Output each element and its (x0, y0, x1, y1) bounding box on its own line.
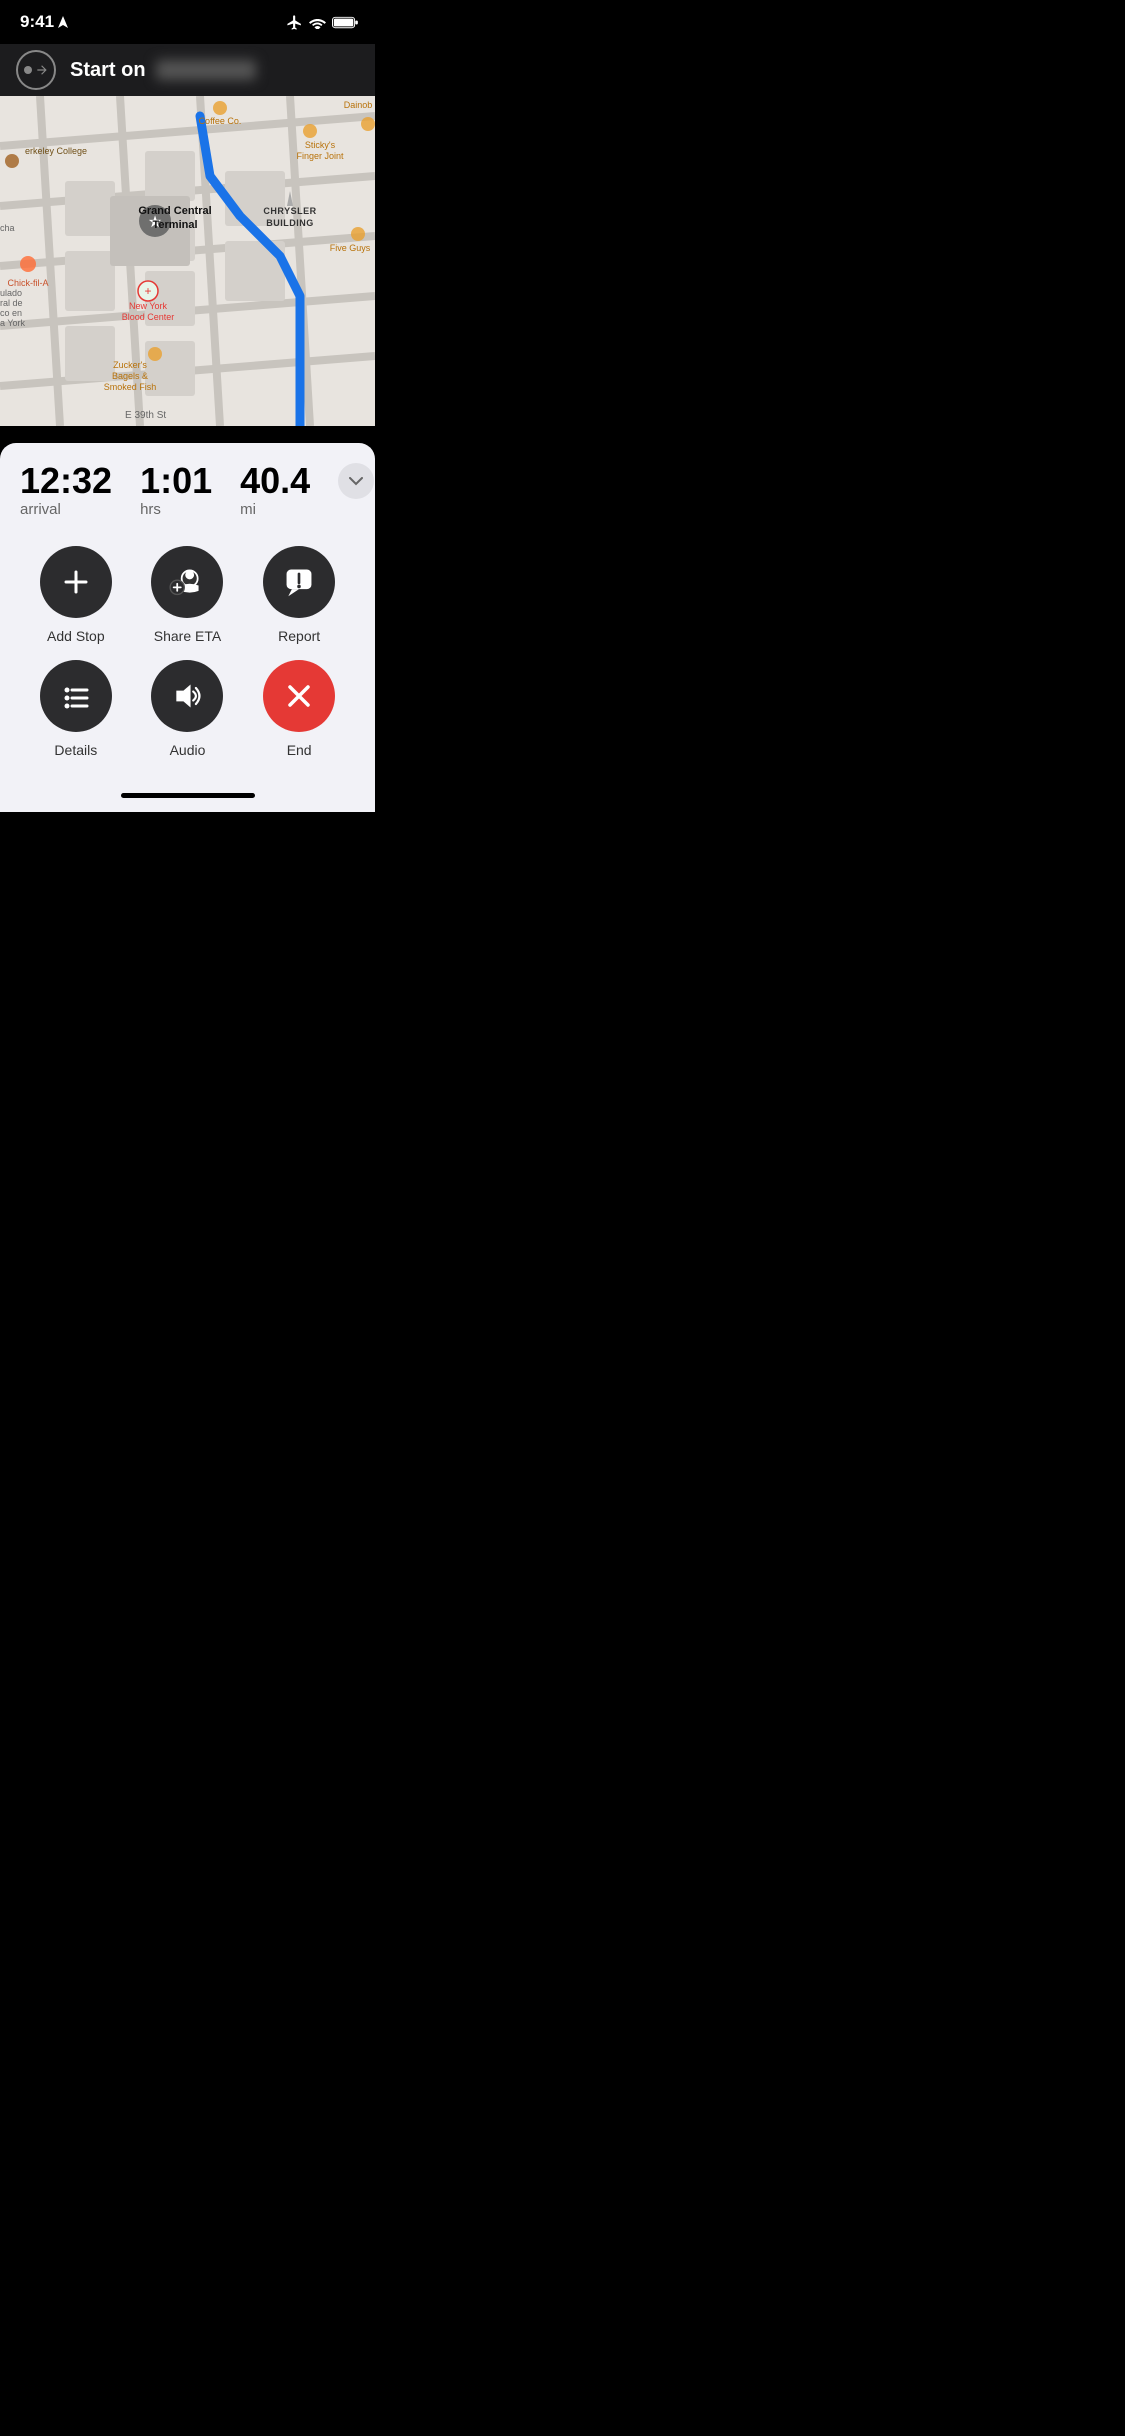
distance-item: 40.4 mi (240, 463, 310, 518)
status-time: 9:41 (20, 12, 68, 32)
route-arrow-icon (35, 63, 49, 77)
svg-text:New York: New York (129, 301, 168, 311)
svg-text:erkeley College: erkeley College (25, 146, 87, 156)
svg-text:Bagels &: Bagels & (112, 371, 148, 381)
end-circle (263, 660, 335, 732)
svg-text:Coffee Co.: Coffee Co. (199, 116, 242, 126)
distance-value: 40.4 (240, 463, 310, 499)
svg-text:Grand Central: Grand Central (138, 205, 211, 217)
battery-icon (332, 16, 359, 29)
svg-text:Five Guys: Five Guys (330, 243, 371, 253)
duration-label: hrs (140, 501, 212, 518)
svg-text:co en: co en (0, 308, 22, 318)
status-icons (286, 14, 359, 31)
report-button[interactable]: Report (243, 546, 355, 644)
report-circle (263, 546, 335, 618)
start-label: Start on (70, 59, 146, 82)
svg-text:E 39th St: E 39th St (125, 410, 166, 421)
svg-text:BUILDING: BUILDING (266, 218, 314, 228)
actions-grid: Add Stop Share ETA (20, 546, 355, 778)
audio-circle (151, 660, 223, 732)
duration-value: 1:01 (140, 463, 212, 499)
svg-text:a York: a York (0, 318, 26, 328)
distance-label: mi (240, 501, 310, 518)
details-circle (40, 660, 112, 732)
add-stop-label: Add Stop (47, 628, 105, 644)
audio-button[interactable]: Audio (132, 660, 244, 758)
svg-text:Zucker's: Zucker's (113, 360, 147, 370)
svg-text:Chick-fil-A: Chick-fil-A (7, 278, 48, 288)
clock: 9:41 (20, 12, 54, 32)
nav-bar: Start on (0, 44, 375, 96)
arrival-time-item: 12:32 arrival (20, 463, 112, 518)
location-arrow-icon (58, 16, 68, 28)
svg-text:Blood Center: Blood Center (122, 312, 175, 322)
list-icon (60, 680, 92, 712)
svg-text:cha: cha (0, 223, 15, 233)
svg-text:Terminal: Terminal (152, 219, 197, 231)
svg-text:ulado: ulado (0, 288, 22, 298)
details-button[interactable]: Details (20, 660, 132, 758)
share-eta-label: Share ETA (154, 628, 221, 644)
details-label: Details (54, 742, 97, 758)
airplane-icon (286, 14, 303, 31)
map-svg: ★ Grand Central Terminal CHRYSLER BUILDI… (0, 96, 375, 426)
report-label: Report (278, 628, 320, 644)
add-stop-circle (40, 546, 112, 618)
svg-text:Dainob: Dainob (344, 100, 373, 110)
audio-label: Audio (170, 742, 206, 758)
svg-text:Finger Joint: Finger Joint (296, 151, 344, 161)
plus-icon (60, 566, 92, 598)
home-indicator (20, 778, 355, 812)
home-bar (121, 793, 255, 798)
end-label: End (287, 742, 312, 758)
x-icon (284, 681, 314, 711)
street-name-blurred (156, 60, 256, 80)
report-icon (283, 566, 315, 598)
share-eta-button[interactable]: Share ETA (132, 546, 244, 644)
svg-text:ral de: ral de (0, 298, 23, 308)
map-area[interactable]: ★ Grand Central Terminal CHRYSLER BUILDI… (0, 96, 375, 426)
end-button[interactable]: End (243, 660, 355, 758)
audio-icon (169, 680, 205, 712)
share-eta-circle (151, 546, 223, 618)
bottom-sheet: 12:32 arrival 1:01 hrs 40.4 mi (0, 443, 375, 812)
svg-text:Sticky's: Sticky's (305, 140, 336, 150)
eta-row: 12:32 arrival 1:01 hrs 40.4 mi (20, 463, 355, 518)
svg-text:Smoked Fish: Smoked Fish (104, 382, 157, 392)
svg-text:CHRYSLER: CHRYSLER (263, 206, 316, 216)
collapse-button[interactable] (338, 463, 374, 499)
svg-text:+: + (144, 284, 151, 298)
route-icon (16, 50, 56, 90)
arrival-time-value: 12:32 (20, 463, 112, 499)
route-dot (24, 66, 32, 74)
chevron-down-icon (349, 477, 363, 486)
wifi-icon (309, 16, 326, 29)
share-eta-icon (168, 566, 206, 598)
arrival-label: arrival (20, 501, 112, 518)
add-stop-button[interactable]: Add Stop (20, 546, 132, 644)
nav-instruction: Start on (70, 59, 256, 82)
status-bar: 9:41 (0, 0, 375, 44)
duration-item: 1:01 hrs (140, 463, 212, 518)
